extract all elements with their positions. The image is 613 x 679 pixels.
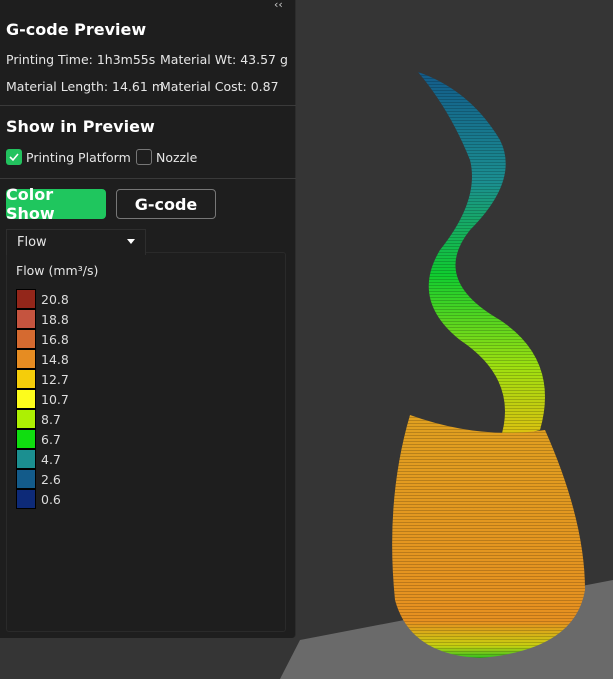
gcode-button[interactable]: G-code [116, 189, 216, 219]
legend-item: 4.7 [16, 449, 61, 469]
legend-swatch [16, 309, 36, 329]
legend-item: 10.7 [16, 389, 69, 409]
show-in-preview-heading: Show in Preview [6, 117, 155, 136]
material-length: Material Length: 14.61 m [6, 79, 164, 94]
divider [0, 178, 296, 179]
gcode-preview-panel: ‹‹ G-code Preview Printing Time: 1h3m55s… [0, 0, 296, 638]
legend-swatch [16, 349, 36, 369]
material-cost: Material Cost: 0.87 [160, 79, 279, 94]
legend-item: 14.8 [16, 349, 69, 369]
printing-platform-label: Printing Platform [26, 150, 131, 165]
legend-value: 8.7 [41, 411, 61, 427]
legend-value: 14.8 [41, 351, 69, 367]
nozzle-checkbox[interactable] [136, 149, 152, 165]
legend-swatch [16, 389, 36, 409]
legend-value: 6.7 [41, 431, 61, 447]
printing-time: Printing Time: 1h3m55s [6, 52, 156, 67]
collapse-panel-icon[interactable]: ‹‹ [274, 0, 283, 11]
divider [0, 105, 296, 106]
legend-swatch [16, 289, 36, 309]
legend-item: 6.7 [16, 429, 61, 449]
legend-value: 0.6 [41, 491, 61, 507]
panel-title: G-code Preview [6, 20, 147, 39]
legend-value: 18.8 [41, 311, 69, 327]
legend-title: Flow (mm³/s) [16, 263, 99, 278]
material-weight: Material Wt: 43.57 g [160, 52, 288, 67]
legend-item: 2.6 [16, 469, 61, 489]
legend-swatch [16, 329, 36, 349]
legend-item: 12.7 [16, 369, 69, 389]
color-show-button[interactable]: Color Show [6, 185, 106, 223]
legend-item: 16.8 [16, 329, 69, 349]
legend-value: 2.6 [41, 471, 61, 487]
caret-down-icon [127, 239, 135, 244]
legend-item: 18.8 [16, 309, 69, 329]
legend-swatch [16, 469, 36, 489]
printing-platform-checkbox[interactable] [6, 149, 22, 165]
legend-swatch [16, 409, 36, 429]
legend-value: 12.7 [41, 371, 69, 387]
legend-value: 16.8 [41, 331, 69, 347]
legend-swatch [16, 429, 36, 449]
legend-value: 20.8 [41, 291, 69, 307]
legend-swatch [16, 489, 36, 509]
dropdown-value: Flow [17, 235, 47, 250]
color-scheme-dropdown[interactable]: Flow [6, 229, 146, 255]
legend-value: 4.7 [41, 451, 61, 467]
legend-swatch [16, 369, 36, 389]
legend-item: 8.7 [16, 409, 61, 429]
legend-item: 20.8 [16, 289, 69, 309]
nozzle-label: Nozzle [156, 150, 198, 165]
check-icon [9, 153, 19, 162]
legend-item: 0.6 [16, 489, 61, 509]
legend-value: 10.7 [41, 391, 69, 407]
legend-swatch [16, 449, 36, 469]
